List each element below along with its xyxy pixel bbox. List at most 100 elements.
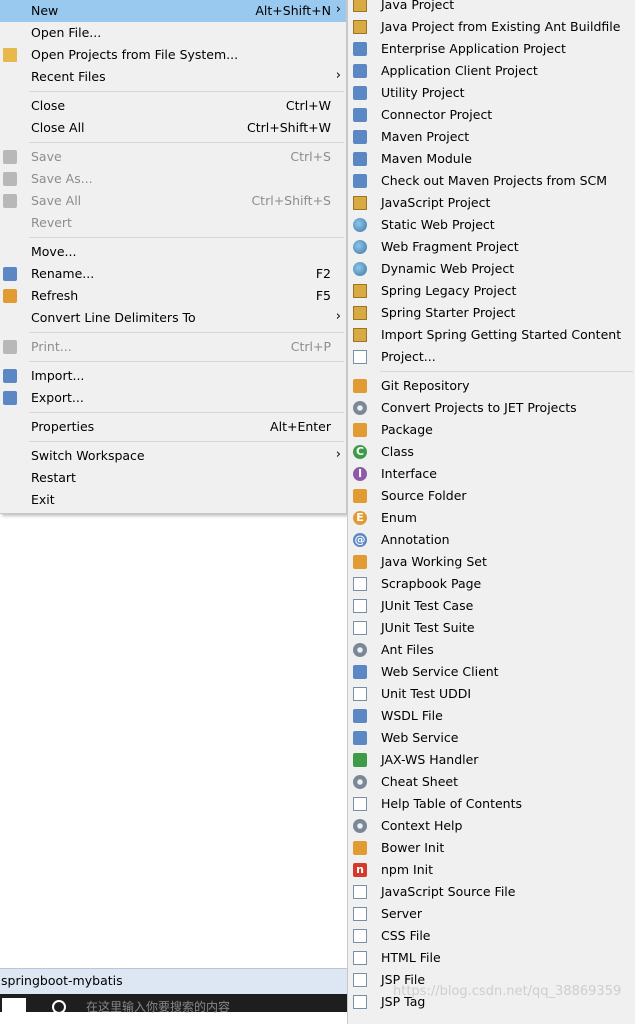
menu-item-label: Package [381, 422, 433, 437]
menu-item-label: JUnit Test Case [381, 598, 474, 613]
new-menu-item-maven-project[interactable]: Maven Project [348, 126, 635, 148]
new-menu-item-cheat-sheet[interactable]: Cheat Sheet [348, 771, 635, 793]
junit-case-icon [353, 599, 367, 613]
new-menu-item-scrapbook-page[interactable]: Scrapbook Page [348, 573, 635, 595]
file-menu-item-close-all[interactable]: Close All Ctrl+Shift+W [0, 117, 346, 139]
menu-item-label: CSS File [381, 928, 431, 943]
new-menu-item-git-repository[interactable]: Git Repository [348, 375, 635, 397]
file-menu-item-convert-line-delimiters-to[interactable]: Convert Line Delimiters To › [0, 307, 346, 329]
new-menu-item-enum[interactable]: E Enum [348, 507, 635, 529]
new-menu-item-package[interactable]: Package [348, 419, 635, 441]
menu-item-label: Switch Workspace [31, 448, 145, 463]
jaxws-icon [353, 753, 367, 767]
file-menu-item-open-projects-from-file-system[interactable]: Open Projects from File System... [0, 44, 346, 66]
file-menu-item-rename[interactable]: Rename... F2 [0, 263, 346, 285]
file-menu-item-properties[interactable]: Properties Alt+Enter [0, 416, 346, 438]
new-menu-item-html-file[interactable]: HTML File [348, 947, 635, 969]
menu-item-label: Maven Module [381, 151, 472, 166]
spring-import-icon [353, 328, 367, 342]
new-menu-item-spring-legacy-project[interactable]: Spring Legacy Project [348, 280, 635, 302]
new-menu-item-css-file[interactable]: CSS File [348, 925, 635, 947]
menu-item-label: Web Service [381, 730, 459, 745]
taskbar-search-input[interactable]: 在这里输入你要搜索的内容 [86, 998, 230, 1015]
new-menu-item-spring-starter-project[interactable]: Spring Starter Project [348, 302, 635, 324]
new-menu-item-application-client-project[interactable]: Application Client Project [348, 60, 635, 82]
file-menu-item-exit[interactable]: Exit [0, 489, 346, 511]
new-menu-item-context-help[interactable]: Context Help [348, 815, 635, 837]
git-icon [353, 379, 367, 393]
file-menu-item-recent-files[interactable]: Recent Files › [0, 66, 346, 88]
new-menu-item-enterprise-application-project[interactable]: Enterprise Application Project [348, 38, 635, 60]
jet-icon [353, 401, 367, 415]
new-menu-item-java-project-from-existing-ant-buildfile[interactable]: Java Project from Existing Ant Buildfile [348, 16, 635, 38]
watermark: https://blog.csdn.net/qq_38869359 [393, 984, 622, 999]
menu-separator [29, 91, 344, 92]
new-menu-item-utility-project[interactable]: Utility Project [348, 82, 635, 104]
file-menu-item-open-file[interactable]: Open File... [0, 22, 346, 44]
new-menu-item-check-out-maven-projects-from-scm[interactable]: Check out Maven Projects from SCM [348, 170, 635, 192]
new-menu-item-import-spring-getting-started-content[interactable]: Import Spring Getting Started Content [348, 324, 635, 346]
menu-item-label: Open Projects from File System... [31, 47, 239, 62]
submenu-arrow-icon: › [335, 309, 341, 324]
maven-scm-icon [353, 174, 367, 188]
new-menu-item-help-table-of-contents[interactable]: Help Table of Contents [348, 793, 635, 815]
windows-start-icon[interactable] [2, 998, 26, 1012]
menu-item-label: Git Repository [381, 378, 470, 393]
new-menu-item-web-fragment-project[interactable]: Web Fragment Project [348, 236, 635, 258]
menu-item-label: Exit [31, 492, 55, 507]
new-menu-item-convert-projects-to-jet-projects[interactable]: Convert Projects to JET Projects [348, 397, 635, 419]
submenu-arrow-icon: › [335, 2, 341, 17]
file-menu-item-save-all: Save All Ctrl+Shift+S [0, 190, 346, 212]
cheat-sheet-icon [353, 775, 367, 789]
project-explorer-item[interactable]: springboot-mybatis [0, 968, 347, 994]
menu-item-label: Server [381, 906, 422, 921]
new-menu-item-project[interactable]: Project... [348, 346, 635, 368]
new-menu-item-web-service[interactable]: Web Service [348, 727, 635, 749]
package-icon [353, 423, 367, 437]
menu-item-label: Spring Starter Project [381, 305, 516, 320]
new-menu-item-junit-test-suite[interactable]: JUnit Test Suite [348, 617, 635, 639]
new-menu-item-ant-files[interactable]: Ant Files [348, 639, 635, 661]
new-menu-item-dynamic-web-project[interactable]: Dynamic Web Project [348, 258, 635, 280]
menu-item-label: Java Project from Existing Ant Buildfile [381, 19, 621, 34]
new-menu-item-java-project[interactable]: Java Project [348, 0, 635, 16]
file-menu-item-import[interactable]: Import... [0, 365, 346, 387]
new-menu-item-source-folder[interactable]: Source Folder [348, 485, 635, 507]
file-menu-item-refresh[interactable]: Refresh F5 [0, 285, 346, 307]
new-menu-item-maven-module[interactable]: Maven Module [348, 148, 635, 170]
new-menu-item-class[interactable]: C Class [348, 441, 635, 463]
new-menu-item-unit-test-uddi[interactable]: Unit Test UDDI [348, 683, 635, 705]
file-menu-item-restart[interactable]: Restart [0, 467, 346, 489]
menu-item-label: Enterprise Application Project [381, 41, 566, 56]
html-file-icon [353, 951, 367, 965]
working-set-icon [353, 555, 367, 569]
new-menu-item-bower-init[interactable]: Bower Init [348, 837, 635, 859]
help-toc-icon [353, 797, 367, 811]
file-menu-item-move[interactable]: Move... [0, 241, 346, 263]
new-menu-item-server[interactable]: Server [348, 903, 635, 925]
menu-item-shortcut: Alt+Enter [270, 419, 331, 434]
new-menu-item-java-working-set[interactable]: Java Working Set [348, 551, 635, 573]
new-menu-item-javascript-source-file[interactable]: JavaScript Source File [348, 881, 635, 903]
menu-item-label: Dynamic Web Project [381, 261, 515, 276]
new-menu-item-connector-project[interactable]: Connector Project [348, 104, 635, 126]
menu-item-label: Java Project [381, 0, 455, 12]
new-menu-item-junit-test-case[interactable]: JUnit Test Case [348, 595, 635, 617]
new-menu-item-annotation[interactable]: @ Annotation [348, 529, 635, 551]
new-menu-item-static-web-project[interactable]: Static Web Project [348, 214, 635, 236]
new-menu-item-jax-ws-handler[interactable]: JAX-WS Handler [348, 749, 635, 771]
new-menu-item-npm-init[interactable]: n npm Init [348, 859, 635, 881]
submenu-arrow-icon: › [335, 447, 341, 462]
new-menu-item-interface[interactable]: I Interface [348, 463, 635, 485]
file-menu-item-switch-workspace[interactable]: Switch Workspace › [0, 445, 346, 467]
menu-item-label: Close [31, 98, 66, 113]
ant-icon [353, 643, 367, 657]
file-menu-item-new[interactable]: New Alt+Shift+N › [0, 0, 346, 22]
file-menu-item-close[interactable]: Close Ctrl+W [0, 95, 346, 117]
new-menu-item-web-service-client[interactable]: Web Service Client [348, 661, 635, 683]
new-menu-item-wsdl-file[interactable]: WSDL File [348, 705, 635, 727]
new-menu-item-javascript-project[interactable]: JavaScript Project [348, 192, 635, 214]
file-menu-item-export[interactable]: Export... [0, 387, 346, 409]
menu-item-label: JUnit Test Suite [381, 620, 475, 635]
menu-item-label: Import Spring Getting Started Content [381, 327, 622, 342]
